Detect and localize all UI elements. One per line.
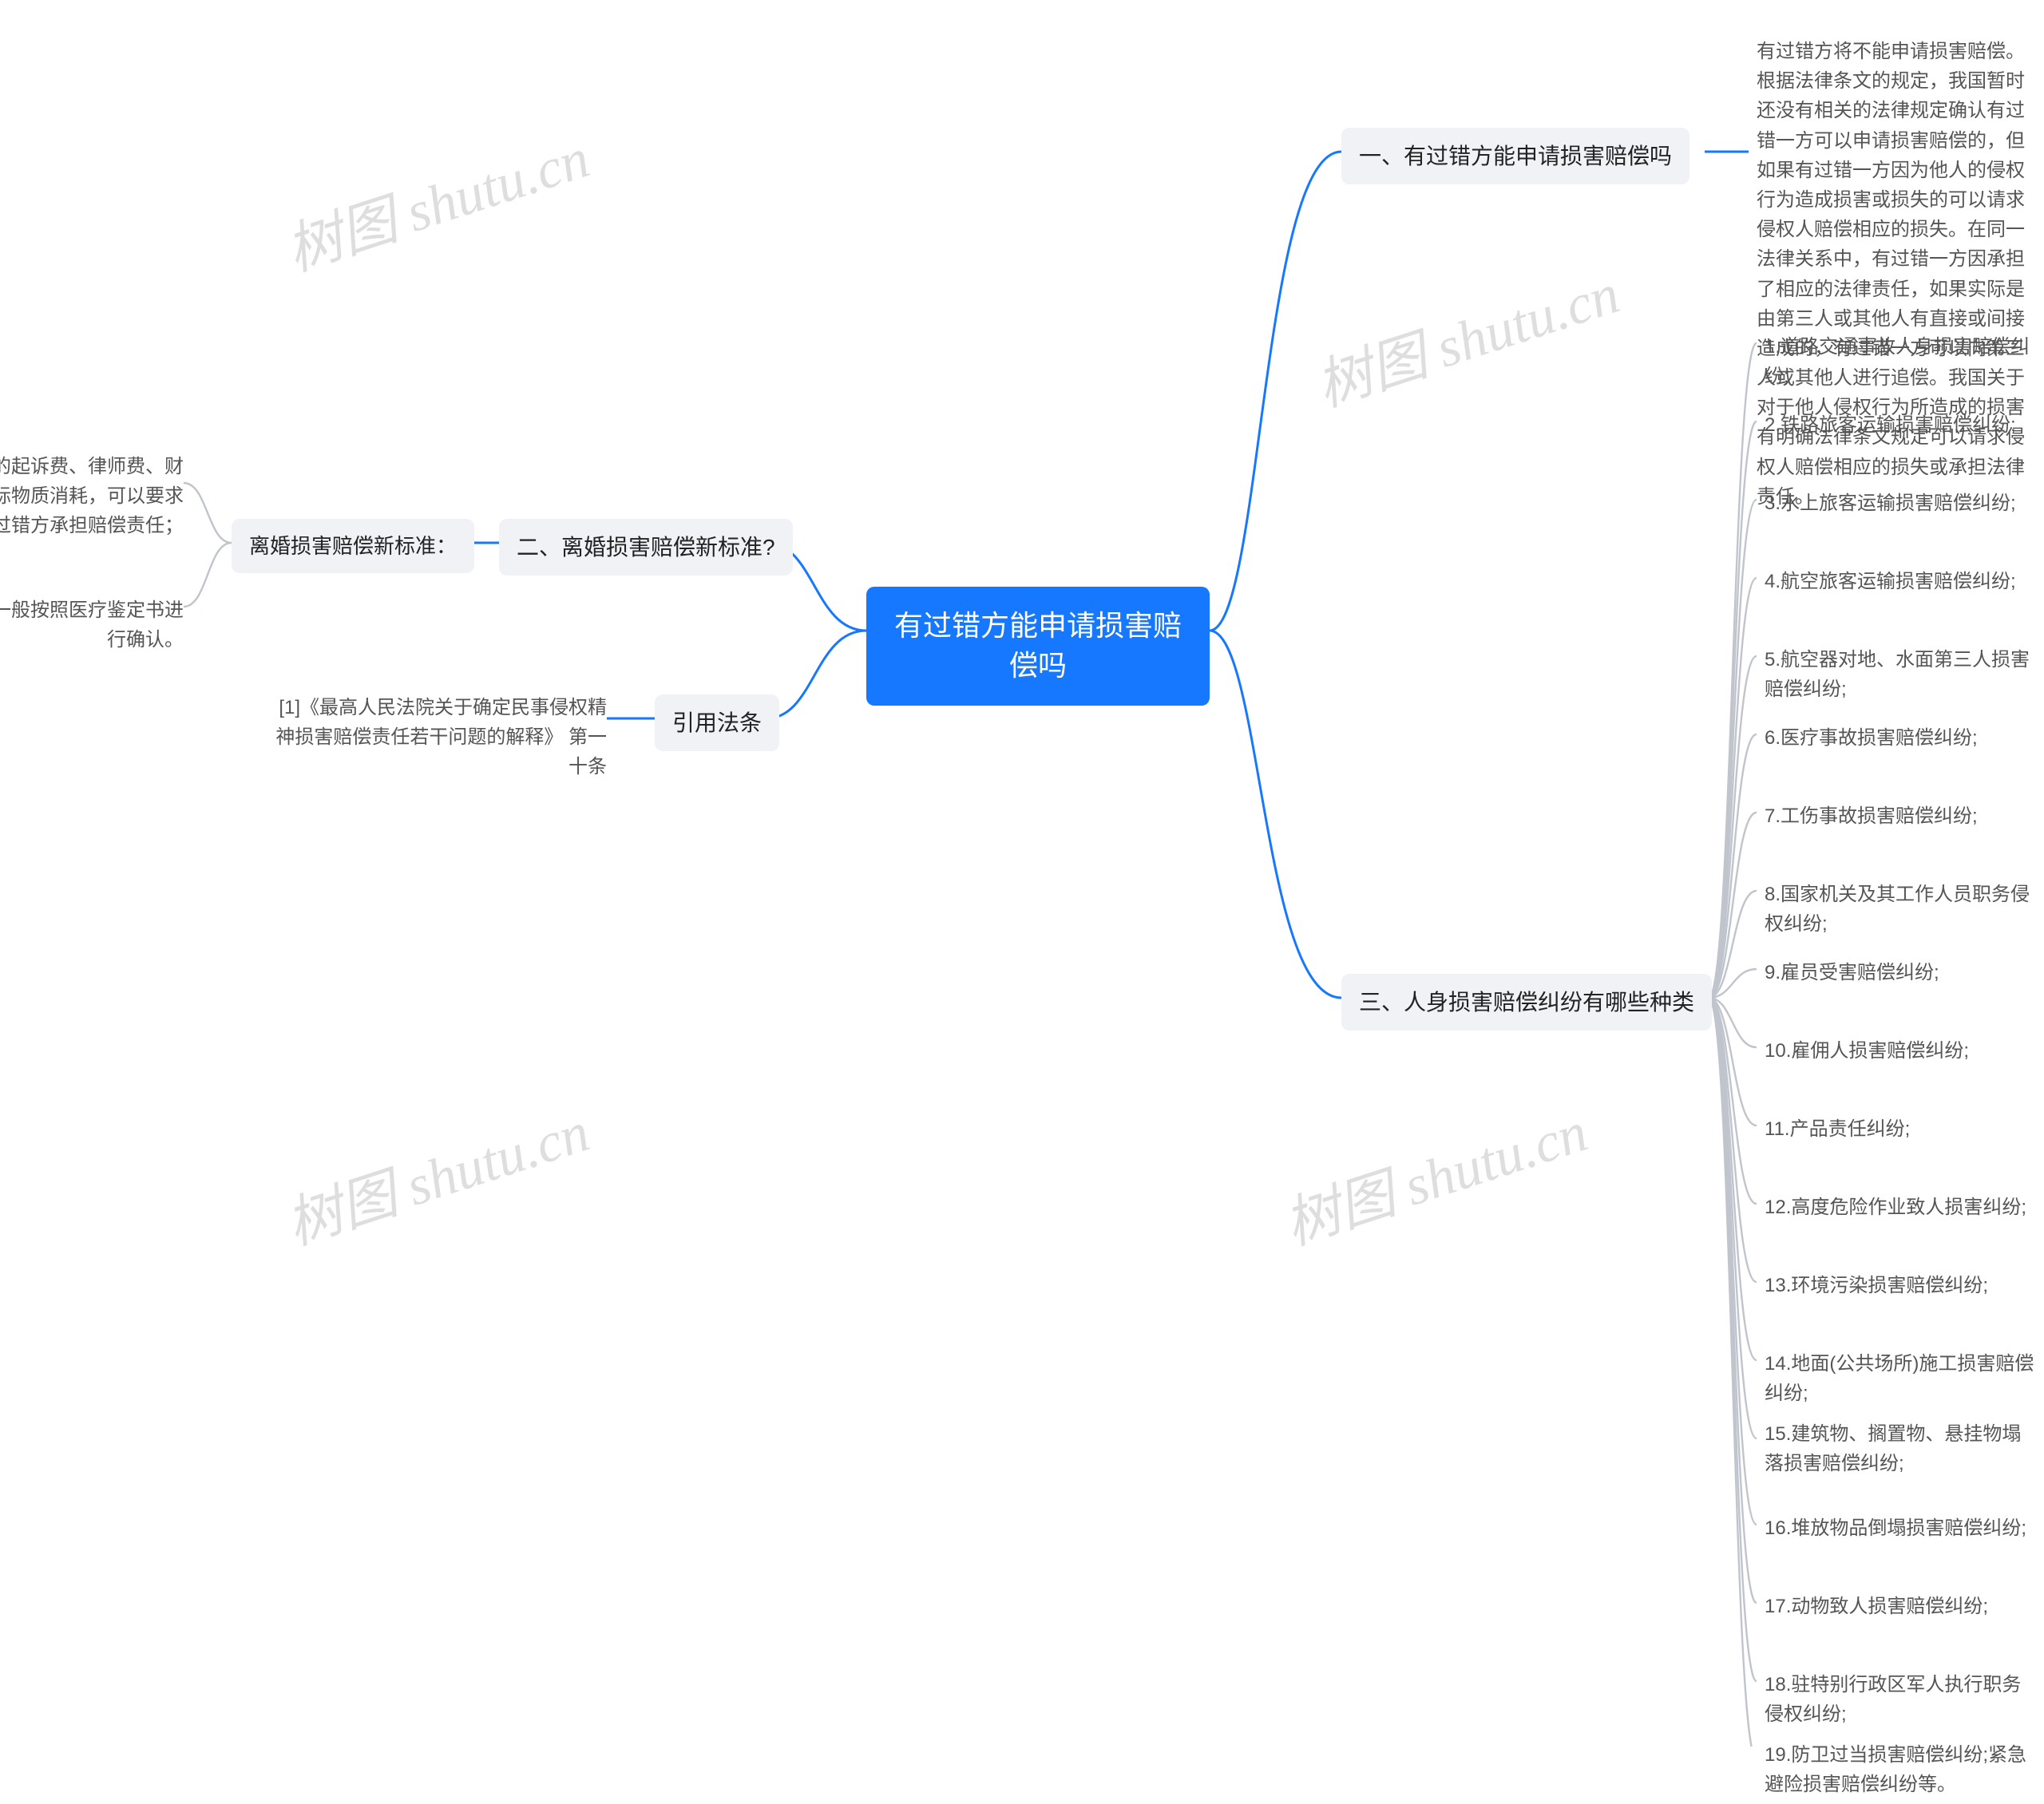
types-item-13: 13.环境污染损害赔偿纠纷; [1757, 1266, 1996, 1305]
connector-layer [0, 0, 2044, 1747]
branch-citation-leaf: [1]《最高人民法院关于确定民事侵权精神损害赔偿责任若干问题的解释》 第一十条 [263, 688, 615, 787]
types-item-2: 2.铁路旅客运输损害赔偿纠纷; [1757, 406, 2024, 445]
types-item-3: 3.水上旅客运输损害赔偿纠纷; [1757, 484, 2024, 523]
watermark: 树图 shutu.cn [275, 113, 598, 287]
types-item-10: 10.雇佣人损害赔偿纠纷; [1757, 1031, 1977, 1070]
branch-2-leaf-1: 1.受害方花费的起诉费、律师费、财产损失等实际物质消耗，可以要求过错方承担赔偿责… [0, 447, 192, 546]
branch-citation[interactable]: 引用法条 [655, 694, 779, 751]
branch-1[interactable]: 一、有过错方能申请损害赔偿吗 [1341, 128, 1689, 184]
types-item-5: 5.航空器对地、水面第三人损害赔偿纠纷; [1757, 640, 2044, 709]
types-item-1: 1.道路交通事故人身损害赔偿纠纷; [1757, 327, 2044, 396]
branch-3-types[interactable]: 三、人身损害赔偿纠纷有哪些种类 [1341, 974, 1712, 1031]
types-item-15: 15.建筑物、搁置物、悬挂物塌落损害赔偿纠纷; [1757, 1414, 2044, 1483]
types-item-17: 17.动物致人损害赔偿纠纷; [1757, 1587, 1996, 1626]
watermark: 树图 shutu.cn [275, 1087, 598, 1260]
watermark: 树图 shutu.cn [1305, 249, 1628, 422]
types-item-12: 12.高度危险作业致人损害纠纷; [1757, 1188, 2034, 1227]
types-item-11: 11.产品责任纠纷; [1757, 1110, 1918, 1149]
watermark: 树图 shutu.cn [1273, 1087, 1596, 1260]
types-item-8: 8.国家机关及其工作人员职务侵权纠纷; [1757, 875, 2044, 944]
types-item-16: 16.堆放物品倒塌损害赔偿纠纷; [1757, 1509, 2034, 1548]
types-item-7: 7.工伤事故损害赔偿纠纷; [1757, 797, 1986, 836]
root-node[interactable]: 有过错方能申请损害赔偿吗 [866, 587, 1210, 706]
types-item-19: 19.防卫过当损害赔偿纠纷;紧急避险损害赔偿纠纷等。 [1757, 1735, 2044, 1804]
types-item-18: 18.驻特别行政区军人执行职务侵权纠纷; [1757, 1665, 2044, 1734]
types-item-4: 4.航空旅客运输损害赔偿纠纷; [1757, 562, 2024, 601]
types-item-14: 14.地面(公共场所)施工损害赔偿纠纷; [1757, 1344, 2044, 1413]
branch-2-sub[interactable]: 离婚损害赔偿新标准： [232, 519, 474, 573]
branch-2-leaf-2: 2.精神损失费一般按照医疗鉴定书进行确认。 [0, 591, 192, 659]
types-item-9: 9.雇员受害赔偿纠纷; [1757, 953, 1947, 992]
branch-2[interactable]: 二、离婚损害赔偿新标准? [499, 519, 793, 576]
types-item-6: 6.医疗事故损害赔偿纠纷; [1757, 718, 1986, 758]
